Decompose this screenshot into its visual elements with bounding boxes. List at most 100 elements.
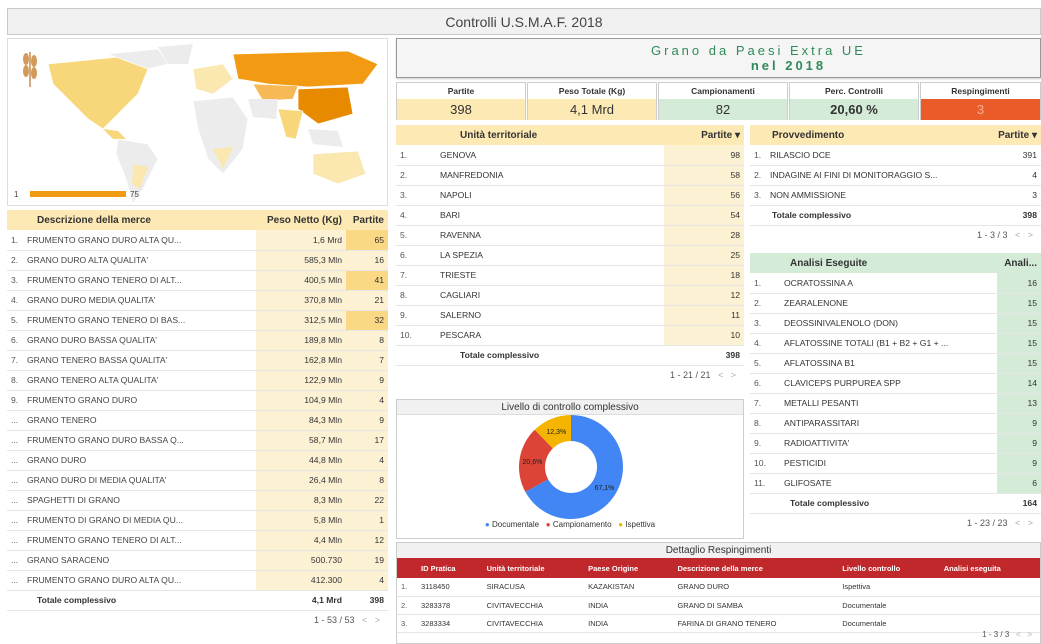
row-label: ZEARALENONE <box>780 293 997 314</box>
table-row[interactable]: ... GRANO TENERO 84,3 Mln 9 <box>7 410 388 431</box>
map-australia[interactable] <box>312 150 367 185</box>
table-row[interactable]: ... SPAGHETTI DI GRANO 8,3 Mln 22 <box>7 490 388 511</box>
col-header-livello[interactable]: Livello controllo <box>838 558 939 578</box>
col-header-paese[interactable]: Paese Origine <box>584 558 673 578</box>
table-row[interactable]: 3. NON AMMISSIONE 3 <box>750 185 1041 206</box>
row-peso: 8,3 Mln <box>256 490 346 511</box>
table-row[interactable]: 7. TRIESTE 18 <box>396 265 744 286</box>
col-header-unita-terr[interactable]: Unità territoriale <box>483 558 585 578</box>
row-label: OCRATOSSINA A <box>780 273 997 294</box>
table-row[interactable]: 2. GRANO DURO ALTA QUALITA' 585,3 Mln 16 <box>7 250 388 271</box>
table-row[interactable]: 3. FRUMENTO GRANO TENERO DI ALT... 400,5 M… <box>7 270 388 291</box>
row-index: 10. <box>750 453 780 474</box>
provv-table: Provvedimento Partite ▾ 1. RILASCIO DCE 39… <box>750 125 1041 226</box>
map-legend-min: 1 <box>14 190 19 199</box>
table-row[interactable]: 1. RILASCIO DCE 391 <box>750 145 1041 166</box>
map-north-america[interactable] <box>47 56 149 130</box>
table-row[interactable]: 10. PESCARA 10 <box>396 325 744 346</box>
table-row[interactable]: ... FRUMENTO DI GRANO DI MEDIA QU... 5,8 M… <box>7 510 388 531</box>
col-header-id[interactable]: ID Pratica <box>417 558 483 578</box>
map-india[interactable] <box>277 108 304 140</box>
table-row[interactable]: 6. CLAVICEPS PURPUREA SPP 14 <box>750 373 1041 394</box>
table-row[interactable]: 5. FRUMENTO GRANO TENERO DI BAS... 312,5 M… <box>7 310 388 331</box>
table-row[interactable]: 3. NAPOLI 56 <box>396 185 744 206</box>
table-row[interactable]: 1. GENOVA 98 <box>396 145 744 166</box>
row-label: DEOSSINIVALENOLO (DON) <box>780 313 997 334</box>
row-cell: CIVITAVECCHIA <box>482 596 585 615</box>
table-row[interactable]: ... GRANO DURO DI MEDIA QUALITA' 26,4 Mln 8 <box>7 470 388 491</box>
col-header-descrizione[interactable]: Descrizione della merce <box>7 210 256 230</box>
table-row[interactable]: 9. SALERNO 11 <box>396 305 744 326</box>
col-header-unita[interactable]: Unità territoriale <box>396 125 664 145</box>
table-row[interactable]: ... GRANO DURO 44,8 Mln 4 <box>7 450 388 471</box>
table-row[interactable]: ... FRUMENTO GRANO DURO ALTA QU... 412.300… <box>7 570 388 591</box>
row-index: ... <box>7 530 23 551</box>
table-row[interactable]: 7. METALLI PESANTI 13 <box>750 393 1041 414</box>
dettaglio-pagination[interactable]: 1 - 3 / 3 < > <box>974 626 1040 643</box>
row-index: 2. <box>396 165 436 186</box>
legend-item-ispettiva[interactable]: ● Ispettiva <box>618 520 655 529</box>
kpi-value: 4,1 Mrd <box>528 99 656 120</box>
table-row[interactable]: 8. GRANO TENERO ALTA QUALITA' 122,9 Mln 9 <box>7 370 388 391</box>
table-row[interactable]: 9. FRUMENTO GRANO DURO 104,9 Mln 4 <box>7 390 388 411</box>
table-row[interactable]: 3. 3283334 CIVITAVECCHIA INDIA FARINA DI GRA… <box>397 614 1040 633</box>
row-index: 8. <box>7 370 23 391</box>
world-map-panel: 1 75 <box>7 38 388 206</box>
unita-pagination[interactable]: 1 - 21 / 21 < > <box>396 366 744 384</box>
row-cell: INDIA <box>584 614 674 633</box>
row-cell: Documentale <box>838 596 940 615</box>
table-row[interactable]: 8. CAGLIARI 12 <box>396 285 744 306</box>
table-row[interactable]: 4. GRANO DURO MEDIA QUALITA' 370,8 Mln 21 <box>7 290 388 311</box>
col-header-analisi[interactable]: Analisi Eseguite <box>750 253 997 273</box>
table-row[interactable]: 6. GRANO DURO BASSA QUALITA' 189,8 Mln 8 <box>7 330 388 351</box>
analisi-pagination[interactable]: 1 - 23 / 23 < > <box>750 514 1041 532</box>
merce-table-panel: Descrizione della merce Peso Netto (Kg) … <box>7 210 388 644</box>
table-row[interactable]: 4. AFLATOSSINE TOTALI (B1 + B2 + G1 + ...… <box>750 333 1041 354</box>
table-row[interactable]: 1. 3118450 SIRACUSA KAZAKISTAN GRANO DURO Isp… <box>397 578 1040 597</box>
col-header-peso[interactable]: Peso Netto (Kg) <box>256 210 346 230</box>
table-row[interactable]: 2. ZEARALENONE 15 <box>750 293 1041 314</box>
table-row[interactable]: 10. PESTICIDI 9 <box>750 453 1041 474</box>
row-partite: 22 <box>346 490 388 511</box>
legend-item-campionamento[interactable]: ● Campionamento <box>546 520 612 529</box>
table-row[interactable]: 11. GLIFOSATE 6 <box>750 473 1041 494</box>
table-row[interactable]: 7. GRANO TENERO BASSA QUALITA' 162,8 Mln 7 <box>7 350 388 371</box>
col-header-partite-unita[interactable]: Partite ▾ <box>664 125 744 145</box>
table-row[interactable]: ... GRANO SARACENO 500.730 19 <box>7 550 388 571</box>
col-header-analisi-eseg[interactable]: Analisi eseguita <box>940 558 1040 578</box>
table-row[interactable]: 5. AFLATOSSINA B1 15 <box>750 353 1041 374</box>
table-row[interactable]: 1. FRUMENTO GRANO DURO ALTA QU... 1,6 Mrd 6… <box>7 230 388 251</box>
row-value: 15 <box>997 293 1041 314</box>
provv-table-panel: Provvedimento Partite ▾ 1. RILASCIO DCE 39… <box>750 125 1041 247</box>
donut-chart: 67,1% 20,6% 12,3% <box>519 415 623 519</box>
table-row[interactable]: 6. LA SPEZIA 25 <box>396 245 744 266</box>
table-row[interactable]: 2. INDAGINE AI FINI DI MONITORAGGIO S... 4 <box>750 165 1041 186</box>
table-row[interactable]: 4. BARI 54 <box>396 205 744 226</box>
col-header-analisi-count[interactable]: Anali... <box>997 253 1041 273</box>
table-row[interactable]: 9. RADIOATTIVITA' 9 <box>750 433 1041 454</box>
table-row[interactable]: ... FRUMENTO GRANO TENERO DI ALT... 4,4 Ml… <box>7 530 388 551</box>
table-row[interactable]: 2. MANFREDONIA 58 <box>396 165 744 186</box>
total-peso: 4,1 Mrd <box>256 590 346 611</box>
col-header-descr[interactable]: Descrizione della merce <box>673 558 838 578</box>
row-partite: 4 <box>346 570 388 591</box>
table-row[interactable]: 8. ANTIPARASSITARI 9 <box>750 413 1041 434</box>
provv-pagination[interactable]: 1 - 3 / 3 < > <box>750 226 1041 244</box>
col-header-partite[interactable]: Partite <box>346 210 388 230</box>
total-value: 398 <box>664 345 744 366</box>
merce-pagination[interactable]: 1 - 53 / 53 < > <box>7 611 388 629</box>
col-header-partite-provv[interactable]: Partite ▾ <box>961 125 1041 145</box>
map-china[interactable] <box>297 86 354 125</box>
col-header-provv[interactable]: Provvedimento <box>750 125 961 145</box>
legend-item-documentale[interactable]: ● Documentale <box>485 520 539 529</box>
map-russia[interactable] <box>232 50 379 88</box>
map-kazakhstan[interactable] <box>252 83 299 102</box>
total-label: Totale complessivo <box>750 205 961 226</box>
table-row[interactable]: 1. OCRATOSSINA A 16 <box>750 273 1041 294</box>
row-descrizione: GRANO TENERO <box>23 410 256 431</box>
table-row[interactable]: 2. 3283378 CIVITAVECCHIA INDIA GRANO DI SAMB… <box>397 596 1040 615</box>
row-descrizione: FRUMENTO GRANO TENERO DI BAS... <box>23 310 256 331</box>
table-row[interactable]: 3. DEOSSINIVALENOLO (DON) 15 <box>750 313 1041 334</box>
table-row[interactable]: 5. RAVENNA 28 <box>396 225 744 246</box>
table-row[interactable]: ... FRUMENTO GRANO DURO BASSA Q... 58,7 Ml… <box>7 430 388 451</box>
